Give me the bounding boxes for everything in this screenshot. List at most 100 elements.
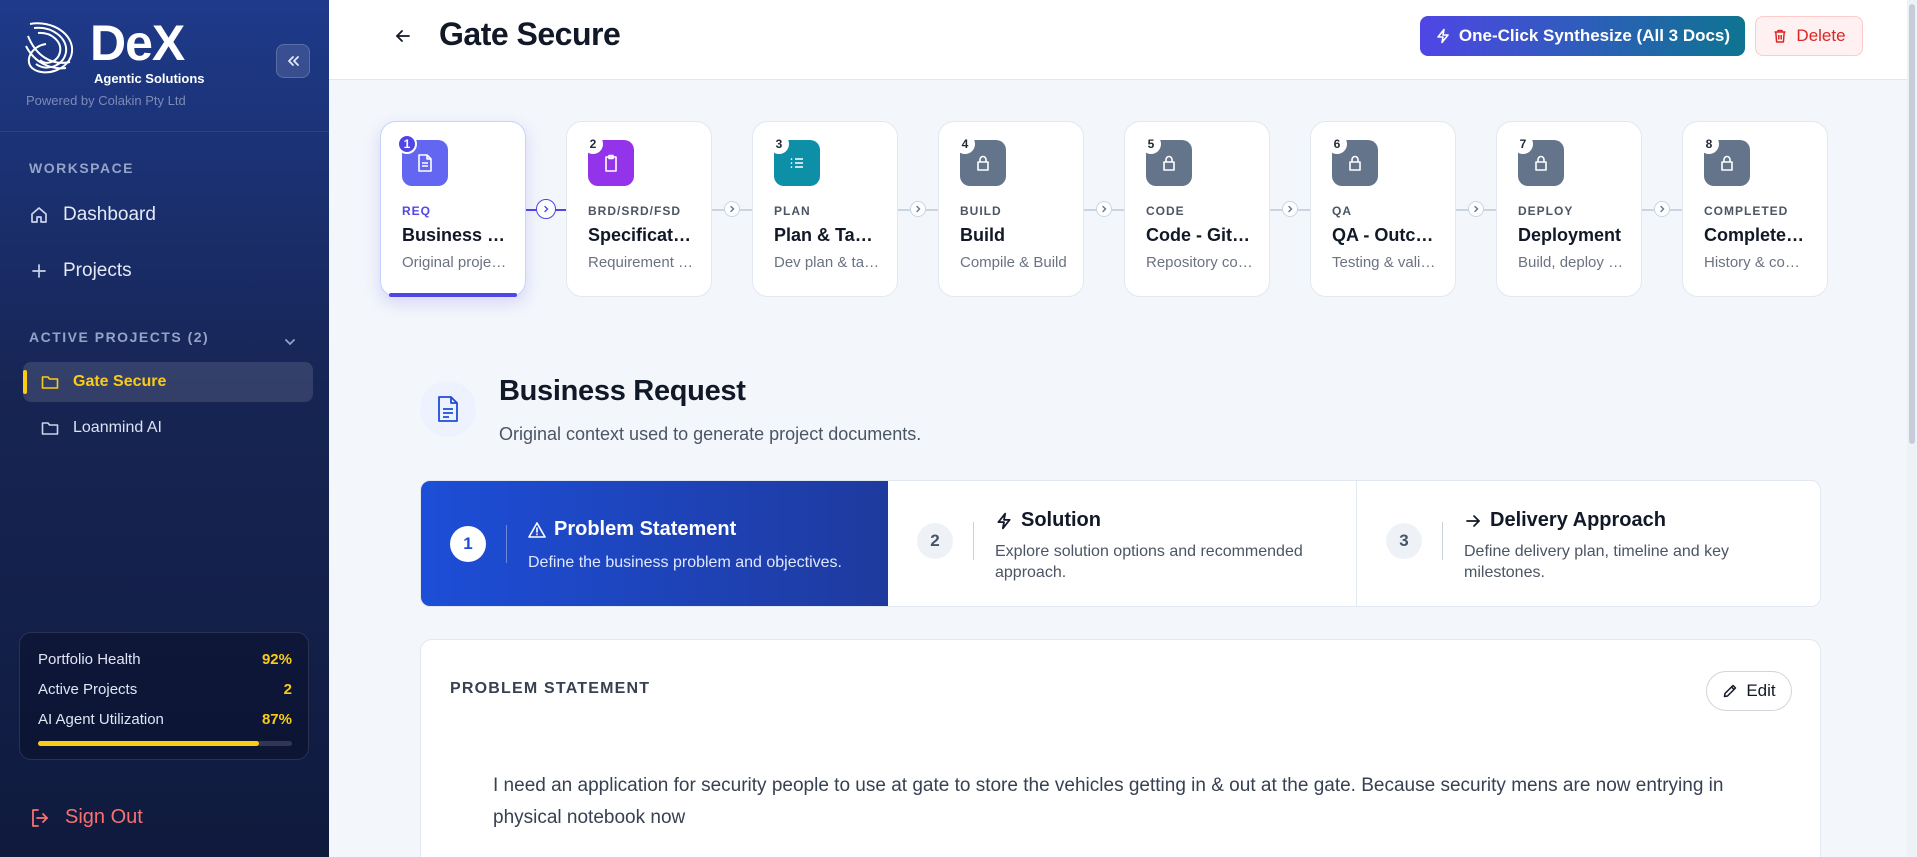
utilization-progress-bar xyxy=(38,741,292,746)
clipboard-icon xyxy=(605,154,617,172)
stat-value: 92% xyxy=(261,651,292,668)
step-card-req[interactable]: 1 REQ Business Request Original project con… xyxy=(380,121,526,297)
step-number: 8 xyxy=(1699,134,1719,154)
utilization-progress-fill xyxy=(38,741,259,746)
active-projects-label: ACTIVE PROJECTS (2) xyxy=(29,329,210,345)
sidebar-project-label: Gate Secure xyxy=(73,373,167,390)
step-number: 3 xyxy=(769,134,789,154)
document-icon xyxy=(418,154,432,172)
step-number: 4 xyxy=(955,134,975,154)
sidebar-item-projects[interactable]: Projects xyxy=(29,260,132,282)
step-card-deploy[interactable]: 7 DEPLOY Deployment Build, deploy & release xyxy=(1496,121,1642,297)
step-connector xyxy=(1654,201,1670,217)
chevron-right-icon xyxy=(1660,205,1665,213)
back-arrow-icon[interactable] xyxy=(391,24,415,48)
collapse-sidebar-button[interactable] xyxy=(276,44,310,78)
step-code: QA xyxy=(1332,204,1352,218)
step-card-build[interactable]: 4 BUILD Build Compile & Build xyxy=(938,121,1084,297)
step-name: QA - Outcomes xyxy=(1332,225,1440,245)
tab-description: Explore solution options and recommended… xyxy=(995,543,1303,581)
tab-heading: Problem Statement xyxy=(528,518,736,541)
pencil-icon xyxy=(1724,684,1737,698)
tab-solution[interactable]: 2 Solution Explore solution options and … xyxy=(888,481,1356,606)
synthesize-all-button[interactable]: One-Click Synthesize (All 3 Docs) xyxy=(1420,16,1745,56)
brand-name: DeX xyxy=(90,15,185,71)
chevron-right-icon xyxy=(1288,205,1293,213)
lock-icon xyxy=(1535,155,1547,171)
tab-separator xyxy=(1442,522,1443,560)
folder-icon xyxy=(41,422,59,435)
list-icon xyxy=(790,158,803,168)
step-description: Compile & Build xyxy=(960,254,1067,271)
tab-title: Solution xyxy=(1021,509,1101,531)
stat-portfolio-health: Portfolio Health 92% xyxy=(38,651,292,668)
step-code: BUILD xyxy=(960,204,1002,218)
lock-icon xyxy=(977,155,989,171)
step-name: Build xyxy=(960,225,1005,245)
synthesize-label: One-Click Synthesize (All 3 Docs) xyxy=(1458,26,1731,45)
double-chevron-left-icon xyxy=(288,56,299,66)
brand[interactable]: DeX Agentic Solutions Powered by Colakin… xyxy=(22,16,282,116)
request-tabs: 1 Problem Statement Define the business … xyxy=(420,480,1821,607)
sidebar-item-label: Dashboard xyxy=(63,204,156,225)
sidebar-project-loanmind-ai[interactable]: Loanmind AI xyxy=(23,408,313,448)
step-card-brd-srd-fsd[interactable]: 2 BRD/SRD/FSD Specifications Requirement do… xyxy=(566,121,712,297)
edit-button[interactable]: Edit xyxy=(1706,671,1792,711)
lock-icon xyxy=(1163,155,1175,171)
step-description: Requirement documents xyxy=(588,254,696,271)
page-scrollbar-thumb[interactable] xyxy=(1909,4,1915,444)
step-connector xyxy=(1282,201,1298,217)
portfolio-stats-panel: Portfolio Health 92% Active Projects 2 A… xyxy=(19,632,309,760)
tab-delivery-approach[interactable]: 3 Delivery Approach Define delivery plan… xyxy=(1357,481,1820,606)
step-code: CODE xyxy=(1146,204,1185,218)
step-description: Original project context xyxy=(402,254,510,271)
step-connector xyxy=(724,201,740,217)
brand-powered-by: Powered by Colakin Pty Ltd xyxy=(26,93,186,108)
step-code: PLAN xyxy=(774,204,811,218)
step-code: BRD/SRD/FSD xyxy=(588,204,682,218)
tab-title: Problem Statement xyxy=(554,518,737,540)
delete-label: Delete xyxy=(1796,26,1846,45)
step-card-qa[interactable]: 6 QA QA - Outcomes Testing & validation xyxy=(1310,121,1456,297)
stat-label: AI Agent Utilization xyxy=(38,711,164,728)
problem-statement-text[interactable]: I need an application for security peopl… xyxy=(493,770,1793,834)
sidebar-item-label: Projects xyxy=(63,260,132,281)
sidebar-item-dashboard[interactable]: Dashboard xyxy=(29,204,156,226)
problem-statement-heading: PROBLEM STATEMENT xyxy=(450,680,651,697)
chevron-down-icon[interactable] xyxy=(282,334,298,350)
step-number: 2 xyxy=(583,134,603,154)
step-connector xyxy=(910,201,926,217)
chevron-right-icon xyxy=(916,205,921,213)
arrow-right-icon xyxy=(1466,514,1480,527)
warning-icon xyxy=(528,521,546,538)
stat-ai-utilization: AI Agent Utilization 87% xyxy=(38,711,292,728)
step-card-plan[interactable]: 3 PLAN Plan & Tasks Dev plan & tasks xyxy=(752,121,898,297)
step-description: History & completed work xyxy=(1704,254,1812,271)
sidebar-divider xyxy=(0,131,329,132)
workspace-label: WORKSPACE xyxy=(29,160,135,176)
sidebar-project-gate-secure[interactable]: Gate Secure xyxy=(23,362,313,402)
sidebar: DeX Agentic Solutions Powered by Colakin… xyxy=(0,0,329,857)
step-code: REQ xyxy=(402,204,432,218)
step-number: 1 xyxy=(397,134,417,154)
step-card-completed[interactable]: 8 COMPLETED Completed Tasks History & compl… xyxy=(1682,121,1828,297)
lock-icon xyxy=(1349,155,1361,171)
page-title: Gate Secure xyxy=(439,16,621,52)
step-number: 5 xyxy=(1141,134,1161,154)
tab-number: 2 xyxy=(917,523,953,559)
step-card-code[interactable]: 5 CODE Code - GitHub Repository code xyxy=(1124,121,1270,297)
step-description: Build, deploy & release xyxy=(1518,254,1626,271)
step-name: Specifications xyxy=(588,225,696,245)
tab-problem-statement[interactable]: 1 Problem Statement Define the business … xyxy=(421,481,888,606)
brand-subtitle: Agentic Solutions xyxy=(94,71,205,86)
sign-out-button[interactable]: Sign Out xyxy=(29,806,143,829)
bolt-icon xyxy=(997,512,1011,529)
folder-icon xyxy=(41,376,59,389)
delete-button[interactable]: Delete xyxy=(1755,16,1863,56)
step-name: Plan & Tasks xyxy=(774,225,882,245)
plus-icon xyxy=(32,264,46,278)
bolt-icon xyxy=(1437,28,1449,44)
step-description: Repository code xyxy=(1146,254,1254,271)
stat-value: 87% xyxy=(261,711,292,728)
page-header: Gate Secure One-Click Synthesize (All 3 … xyxy=(329,0,1917,80)
